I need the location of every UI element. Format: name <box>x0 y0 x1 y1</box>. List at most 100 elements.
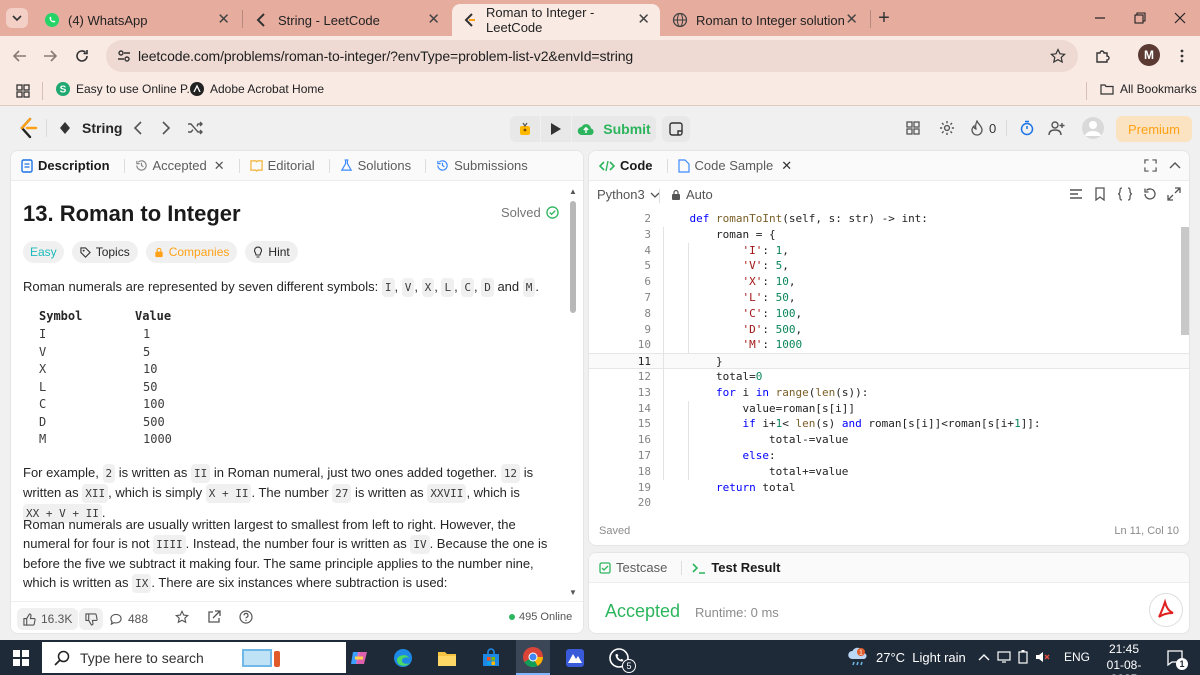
problem-list-button[interactable]: String <box>58 118 122 138</box>
settings-button[interactable] <box>936 118 958 138</box>
omnibox[interactable]: leetcode.com/problems/roman-to-integer/?… <box>106 40 1078 72</box>
speaker-muted-icon[interactable] <box>1035 650 1051 664</box>
site-info-icon[interactable] <box>116 48 132 64</box>
tab-editorial[interactable]: Editorial <box>249 158 315 173</box>
description-scrollbar[interactable]: ▲ ▼ <box>567 187 579 597</box>
code-line[interactable]: 12 total=0 <box>589 369 1189 385</box>
extensions-button[interactable] <box>1090 44 1114 68</box>
code-line[interactable]: 3 roman = { <box>589 227 1189 243</box>
tab-code[interactable]: Code <box>599 158 653 173</box>
new-tab-button[interactable]: + <box>874 7 894 29</box>
profile-avatar[interactable]: M <box>1138 44 1160 66</box>
browser-tab-whatsapp[interactable]: (4) WhatsApp ✕ <box>34 4 240 36</box>
weather-widget[interactable]: 1 27°C Light rain <box>846 646 966 668</box>
user-avatar[interactable] <box>1082 117 1104 139</box>
share-button[interactable] <box>207 610 221 624</box>
close-icon[interactable]: ✕ <box>427 12 440 28</box>
file-explorer-taskbar-icon[interactable] <box>434 645 460 671</box>
code-line[interactable]: 20 <box>589 495 1189 511</box>
tab-solutions[interactable]: Solutions <box>340 158 411 173</box>
battery-icon[interactable] <box>1018 650 1028 664</box>
like-button[interactable]: 16.3K <box>17 608 79 630</box>
browser-tab-string[interactable]: String - LeetCode ✕ <box>244 4 450 36</box>
start-button[interactable] <box>8 645 34 671</box>
bookmark-icon[interactable] <box>1093 187 1107 201</box>
scrollbar-thumb[interactable] <box>570 201 576 313</box>
tab-accepted[interactable]: Accepted ✕ <box>135 158 225 174</box>
restore-button[interactable] <box>1128 8 1152 28</box>
code-line[interactable]: 5 'V': 5, <box>589 258 1189 274</box>
debug-button[interactable] <box>510 116 540 142</box>
layout-button[interactable] <box>902 118 924 138</box>
whatsapp-taskbar-icon[interactable]: 5 <box>606 645 636 673</box>
editor-scrollbar-thumb[interactable] <box>1181 227 1189 335</box>
code-line[interactable]: 6 'X': 10, <box>589 274 1189 290</box>
close-icon[interactable]: ✕ <box>781 158 792 174</box>
tab-description[interactable]: Description <box>21 158 110 173</box>
star-icon[interactable] <box>1050 48 1066 64</box>
prev-problem-button[interactable] <box>128 118 148 138</box>
code-line[interactable]: 17 else: <box>589 448 1189 464</box>
task-view-button[interactable] <box>302 645 328 671</box>
clock[interactable]: 21:45 01-08-2025 <box>1096 642 1152 675</box>
companies-tag[interactable]: Companies <box>145 241 238 263</box>
tab-test-result[interactable]: Test Result <box>692 560 780 575</box>
code-line[interactable]: 8 'C': 100, <box>589 306 1189 322</box>
browser-tab-solution[interactable]: Roman to Integer solution ✕ <box>662 4 868 36</box>
invite-button[interactable] <box>1046 118 1068 138</box>
back-button[interactable] <box>8 44 32 68</box>
input-language[interactable]: ENG <box>1064 650 1090 664</box>
bookmark-item[interactable]: Adobe Acrobat Home <box>190 82 324 96</box>
code-line[interactable]: 9 'D': 500, <box>589 322 1189 338</box>
forward-button[interactable] <box>38 44 62 68</box>
code-line[interactable]: 4 'I': 1, <box>589 243 1189 259</box>
tab-submissions[interactable]: Submissions <box>436 158 528 173</box>
language-select[interactable]: Python3 <box>597 187 660 202</box>
close-window-button[interactable] <box>1168 8 1192 28</box>
chrome-taskbar-icon[interactable] <box>516 640 550 675</box>
dislike-button[interactable] <box>79 608 103 630</box>
leetcode-logo-icon[interactable] <box>18 117 38 139</box>
close-icon[interactable]: ✕ <box>217 12 230 28</box>
reset-icon[interactable] <box>1143 187 1157 201</box>
reload-button[interactable] <box>70 44 94 68</box>
close-icon[interactable]: ✕ <box>637 12 650 28</box>
store-taskbar-icon[interactable] <box>478 645 504 671</box>
notifications-button[interactable]: 1 <box>1162 645 1188 671</box>
bookmark-item[interactable]: S Easy to use Online P... <box>56 82 197 96</box>
vpn-taskbar-icon[interactable] <box>562 645 588 671</box>
autocomplete-mode[interactable]: Auto <box>671 187 713 202</box>
tab-testcase[interactable]: Testcase <box>599 560 667 575</box>
code-line[interactable]: 2 def romanToInt(self, s: str) -> int: <box>589 211 1189 227</box>
browser-tab-roman-to-integer[interactable]: Roman to Integer - LeetCode ✕ <box>452 4 660 36</box>
copilot-taskbar-icon[interactable] <box>346 645 372 671</box>
tab-search-button[interactable] <box>6 8 28 28</box>
random-problem-button[interactable] <box>184 118 206 138</box>
minimize-button[interactable] <box>1088 8 1112 28</box>
tab-code-sample[interactable]: Code Sample ✕ <box>677 158 792 174</box>
apps-grid-icon[interactable] <box>16 84 30 98</box>
close-icon[interactable]: ✕ <box>214 158 225 174</box>
code-line[interactable]: 14 value=roman[s[i]] <box>589 401 1189 417</box>
help-button[interactable] <box>239 610 253 624</box>
submit-button[interactable]: Submit <box>572 116 656 142</box>
maximize-panel-button[interactable] <box>1144 159 1157 172</box>
favorite-button[interactable] <box>175 610 189 624</box>
code-line[interactable]: 19 return total <box>589 480 1189 496</box>
code-line[interactable]: 13 for i in range(len(s)): <box>589 385 1189 401</box>
chevron-up-icon[interactable] <box>978 652 990 662</box>
topics-tag[interactable]: Topics <box>71 241 138 263</box>
collapse-panel-button[interactable] <box>1169 160 1181 170</box>
code-line[interactable]: 16 total-=value <box>589 432 1189 448</box>
notes-button[interactable] <box>662 116 690 142</box>
code-line[interactable]: 18 total+=value <box>589 464 1189 480</box>
run-button[interactable] <box>541 116 571 142</box>
streak-counter[interactable]: 0 <box>970 118 996 138</box>
edge-taskbar-icon[interactable] <box>390 645 416 671</box>
expand-icon[interactable] <box>1167 187 1181 201</box>
all-bookmarks-button[interactable]: All Bookmarks <box>1100 82 1197 96</box>
code-line[interactable]: 15 if i+1< len(s) and roman[s[i]]<roman[… <box>589 416 1189 432</box>
code-line[interactable]: 11 } <box>589 353 1189 370</box>
format-lines-icon[interactable] <box>1069 187 1083 201</box>
next-problem-button[interactable] <box>156 118 176 138</box>
